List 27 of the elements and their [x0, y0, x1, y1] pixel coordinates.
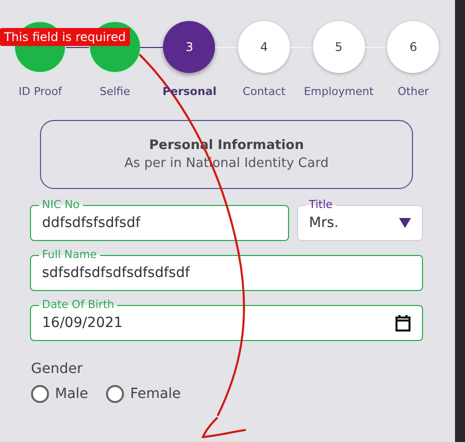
step-circle[interactable]: 6: [387, 21, 440, 73]
gender-label: Gender: [31, 361, 84, 377]
validation-tooltip: This field is required: [0, 28, 130, 46]
step-label: Selfie: [100, 85, 130, 98]
radio-label: Female: [130, 386, 181, 402]
step-label: ID Proof: [18, 85, 62, 98]
radio-label: Male: [55, 386, 88, 402]
step-label: Contact: [242, 85, 286, 98]
radio-button[interactable]: [31, 385, 49, 403]
field-label: Date Of Birth: [41, 299, 116, 311]
step-label: Employment: [304, 85, 374, 98]
step-circle[interactable]: 5: [312, 21, 365, 73]
field-label: Full Name: [41, 249, 98, 261]
radio-button[interactable]: [106, 385, 124, 403]
caret-icon: [399, 218, 411, 228]
calendar-icon: [395, 314, 411, 332]
field-label: NIC No: [41, 199, 81, 211]
select-field[interactable]: Title Mrs.: [297, 199, 423, 241]
radio-option[interactable]: Male: [31, 385, 88, 403]
date-field[interactable]: Date Of Birth 16/09/2021: [30, 299, 423, 341]
field-label: Title: [308, 199, 334, 211]
input-field[interactable]: NIC No ddfsdfsfsdfsdf: [30, 199, 289, 241]
step-label: Other: [398, 85, 429, 98]
input-field[interactable]: Full Name sdfsdfsdfsdfsdfsdfsdf: [30, 249, 423, 291]
step-circle[interactable]: 3: [163, 21, 216, 73]
step-circle[interactable]: 4: [238, 21, 290, 73]
radio-option[interactable]: Female: [106, 385, 181, 403]
